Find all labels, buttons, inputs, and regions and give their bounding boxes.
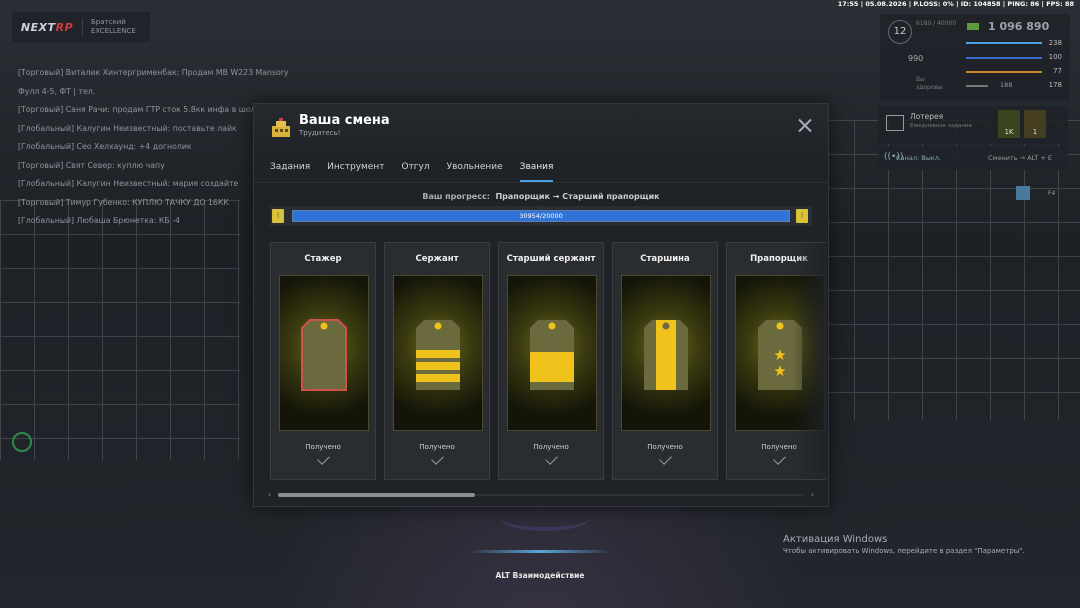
exp-counter: 6180 / 40000 <box>916 20 957 27</box>
scroll-thumb[interactable] <box>278 493 475 497</box>
money-value: 1 096 890 <box>988 20 1050 33</box>
stat-hunger: 77 <box>1053 67 1062 75</box>
level-badge: 12 <box>888 20 912 44</box>
vip-value: 990 <box>908 54 924 63</box>
epaulette-icon <box>522 314 582 402</box>
tab-2[interactable]: Инструмент <box>327 162 384 182</box>
building-icon <box>272 118 290 137</box>
scroll-left-icon[interactable]: ‹ <box>268 490 271 499</box>
scroll-right-icon[interactable]: › <box>811 490 814 499</box>
lottery-reward-ticket: 1 <box>1024 110 1046 138</box>
rank-card[interactable]: Старший сержант Получено <box>498 242 604 480</box>
stat-small: 188 <box>1000 81 1013 89</box>
rank-status: Получено <box>533 443 569 451</box>
check-icon <box>545 452 558 465</box>
rank-name: Старшина <box>640 254 690 264</box>
health-bar <box>966 42 1042 44</box>
interaction-ring <box>500 505 590 531</box>
modal-title: Ваша смена <box>299 113 390 128</box>
rank-card[interactable]: Прапорщик ★ ★ Получено <box>726 242 826 480</box>
lottery-panel[interactable]: Лотерея Ежедневное задание 1K 1 <box>878 106 1068 144</box>
rank-insignia <box>279 275 369 431</box>
rank-name: Старший сержант <box>506 254 596 264</box>
interaction-hint-text: ALT Взаимодействие <box>495 571 585 580</box>
server-name: Братский EXCELLENCE <box>82 18 136 36</box>
modal-tabs: Задания Инструмент Отгул Увольнение Звания <box>270 162 570 182</box>
stamina-bar <box>966 85 988 87</box>
chat-line: Фулл 4-5, ФТ | тел. <box>18 86 96 96</box>
progress-text: 30954/20000 <box>519 212 563 220</box>
server-logo: NEXTRP Братский EXCELLENCE <box>12 12 150 42</box>
progress-bar: 30954/20000 <box>292 210 790 222</box>
rank-status: Получено <box>647 443 683 451</box>
armor-bar <box>966 57 1042 59</box>
radio-switch-hint: Сменить → ALT + E <box>988 154 1052 162</box>
tab-3[interactable]: Отгул <box>401 162 429 182</box>
brand-logo: NEXTRP <box>20 20 74 34</box>
progress-left-button[interactable]: ⁝ <box>272 209 284 223</box>
progress-right-button[interactable]: ⁝ <box>796 209 808 223</box>
progress-path: Прапорщик → Старший прапорщик <box>495 192 660 201</box>
rank-card[interactable]: Стажер Получено <box>270 242 376 480</box>
chat-line: [Торговый] Виталик Хинтергрименбак: Прод… <box>18 68 289 77</box>
tab-1[interactable]: Задания <box>270 162 310 182</box>
lottery-reward-money: 1K <box>998 110 1020 138</box>
stat-shield: 178 <box>1048 81 1062 89</box>
hunger-bar <box>966 71 1042 73</box>
calendar-icon[interactable] <box>1016 186 1030 200</box>
progress-container: ⁝ 30954/20000 ⁝ <box>270 206 812 226</box>
carousel-scrollbar[interactable]: ‹ › <box>268 490 814 499</box>
epaulette-icon <box>636 314 696 402</box>
rank-insignia <box>621 275 711 431</box>
health-hint: Вы здоровы <box>916 76 943 91</box>
rank-insignia <box>393 275 483 431</box>
svg-text:★: ★ <box>773 362 786 380</box>
status-bar: 17:55 | 05.08.2026 | P.LOSS: 0% | ID: 10… <box>837 0 1074 8</box>
check-icon <box>317 452 330 465</box>
epaulette-icon <box>294 314 354 402</box>
interaction-hint: ALT Взаимодействие <box>468 550 612 598</box>
stat-armor: 100 <box>1048 53 1062 61</box>
background-grid-left <box>0 200 240 460</box>
rank-card[interactable]: Сержант Получено <box>384 242 490 480</box>
side-icons: F4 <box>1010 182 1070 206</box>
progress-label: Ваш прогресс: Прапорщик → Старший прапор… <box>422 192 660 201</box>
lottery-subtitle: Ежедневное задание <box>910 123 972 129</box>
check-icon <box>773 452 786 465</box>
hotkey-label: F4 <box>1048 190 1056 197</box>
rank-insignia <box>507 275 597 431</box>
player-hud: 12 6180 / 40000 1 096 890 990 Вы здоровы … <box>880 14 1070 100</box>
shop-icon <box>886 115 904 131</box>
check-icon <box>431 452 444 465</box>
close-icon[interactable] <box>798 118 812 132</box>
windows-activation: Активация Windows Чтобы активировать Win… <box>783 534 1025 555</box>
tab-5[interactable]: Звания <box>519 162 554 182</box>
modal-header: Ваша смена Трудитесь! <box>254 104 828 150</box>
rank-name: Сержант <box>415 254 459 264</box>
money-icon <box>967 23 979 30</box>
tab-4[interactable]: Увольнение <box>447 162 503 182</box>
shift-modal: Ваша смена Трудитесь! Задания Инструмент О… <box>253 103 829 507</box>
modal-subtitle: Трудитесь! <box>299 129 341 137</box>
epaulette-icon <box>408 314 468 402</box>
check-icon <box>659 452 672 465</box>
rank-status: Получено <box>305 443 341 451</box>
rank-status: Получено <box>419 443 455 451</box>
radio-panel: ((•)) Канал: Выкл. Сменить → ALT + E <box>878 146 1068 170</box>
lottery-title: Лотерея <box>910 112 944 121</box>
stat-health: 238 <box>1048 39 1062 47</box>
rank-carousel[interactable]: Стажер Получено Сержант Получено Старший сер… <box>270 242 826 480</box>
rank-name: Стажер <box>304 254 342 264</box>
minimap-radar <box>12 432 32 452</box>
rank-card[interactable]: Старшина Получено <box>612 242 718 480</box>
radio-channel: Канал: Выкл. <box>896 154 941 162</box>
